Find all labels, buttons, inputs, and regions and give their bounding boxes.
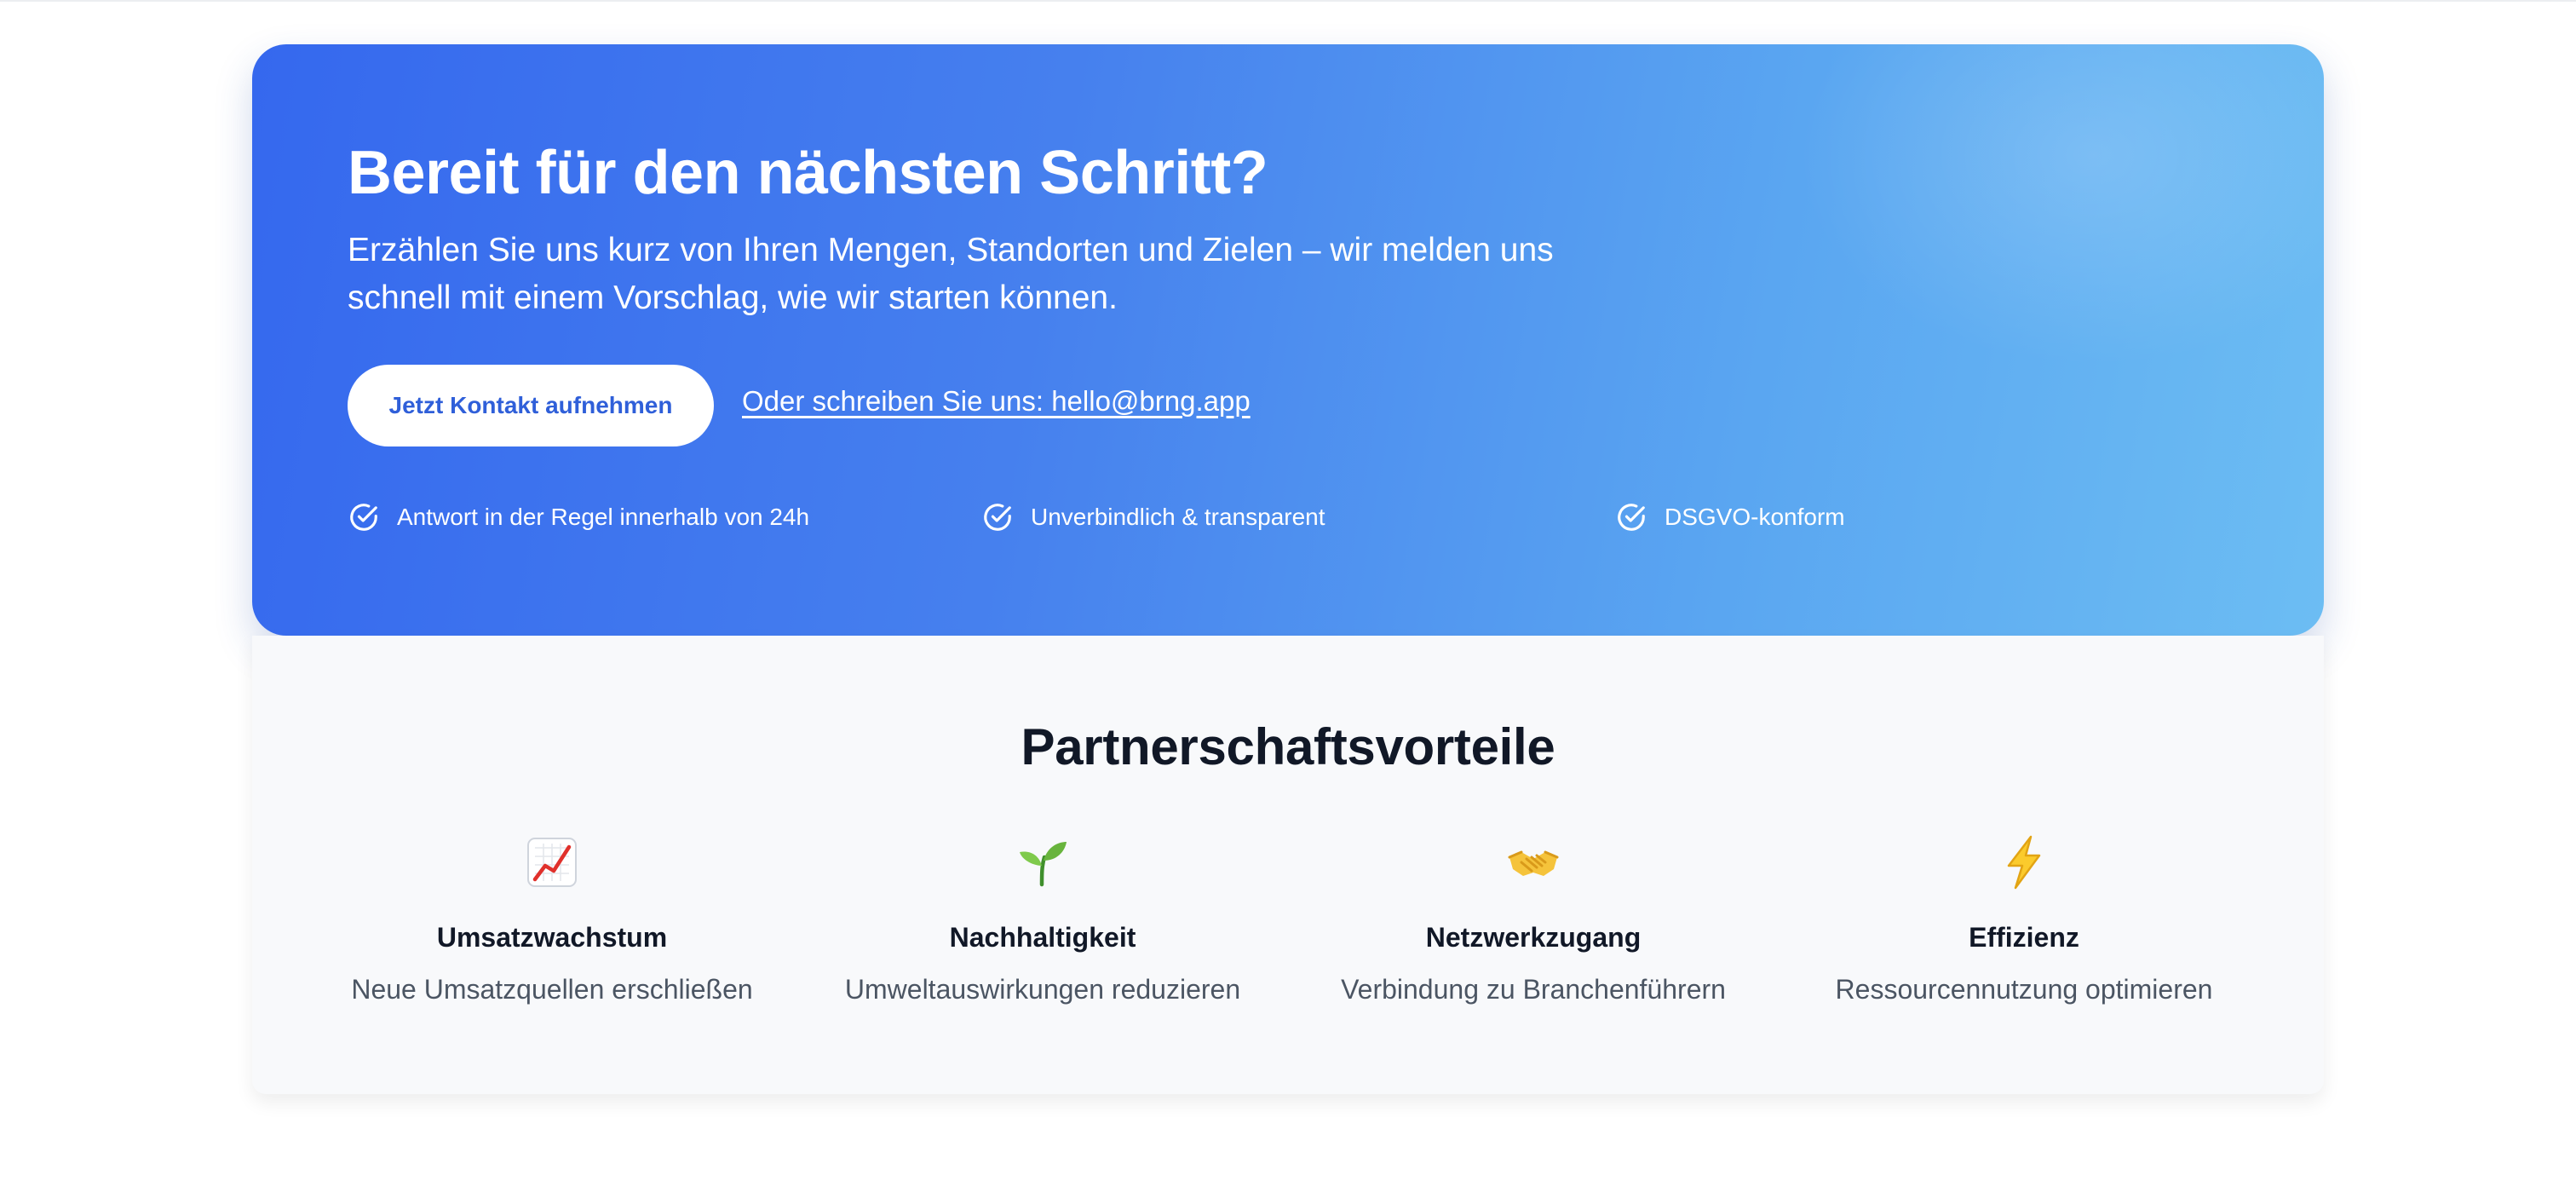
- feature-list: Antwort in der Regel innerhalb von 24h U…: [348, 501, 2222, 539]
- feature-item: DSGVO-konform: [1615, 501, 1845, 533]
- check-circle-icon: [1618, 504, 1645, 531]
- check-circle-icon: [984, 504, 1011, 531]
- benefit-card: Netzwerkzugang Verbindung zu Branchenfüh…: [1295, 835, 1772, 1005]
- contact-button[interactable]: Jetzt Kontakt aufnehmen: [348, 365, 714, 446]
- benefit-card: Umsatzwachstum Neue Umsatzquellen erschl…: [313, 835, 791, 1005]
- benefit-title: Umsatzwachstum: [436, 922, 668, 953]
- benefit-description: Verbindung zu Branchenführern: [1341, 974, 1726, 1005]
- seedling-icon: [1020, 842, 1067, 887]
- feature-label: DSGVO-konform: [1665, 504, 1845, 530]
- cta-subtitle: Erzählen Sie uns kurz von Ihren Mengen, …: [348, 232, 1554, 316]
- section-title: Partnerschaftsvorteile: [1021, 718, 1555, 775]
- chart-increasing-icon: [527, 838, 577, 887]
- banner-glow: [1796, 44, 2324, 368]
- benefit-card: Nachhaltigkeit Umweltauswirkungen reduzi…: [804, 835, 1281, 1005]
- lightning-icon: [2007, 835, 2041, 890]
- benefit-title: Netzwerkzugang: [1425, 922, 1642, 953]
- benefit-title: Effizienz: [1969, 922, 2079, 953]
- check-circle-icon: [350, 504, 377, 531]
- benefit-description: Umweltauswirkungen reduzieren: [844, 974, 1241, 1005]
- benefit-title: Nachhaltigkeit: [949, 922, 1136, 953]
- feature-label: Unverbindlich & transparent: [1031, 504, 1325, 530]
- handshake-icon: [1508, 850, 1559, 876]
- feature-label: Antwort in der Regel innerhalb von 24h: [397, 504, 810, 530]
- cta-banner: Bereit für den nächsten Schritt? Erzähle…: [252, 44, 2324, 636]
- benefits-section: Partnerschaftsvorteile Umsatzwachstum Ne…: [252, 636, 2324, 1094]
- benefit-card: Effizienz Ressourcennutzung optimieren: [1785, 835, 2263, 1005]
- top-divider: [0, 0, 2576, 2]
- benefit-description: Neue Umsatzquellen erschließen: [351, 974, 753, 1005]
- cta-title: Bereit für den nächsten Schritt?: [348, 139, 1268, 207]
- email-link[interactable]: Oder schreiben Sie uns: hello@brng.app: [742, 385, 1251, 418]
- feature-item: Antwort in der Regel innerhalb von 24h: [348, 501, 809, 533]
- feature-item: Unverbindlich & transparent: [981, 501, 1325, 533]
- benefit-description: Ressourcennutzung optimieren: [1835, 974, 2213, 1005]
